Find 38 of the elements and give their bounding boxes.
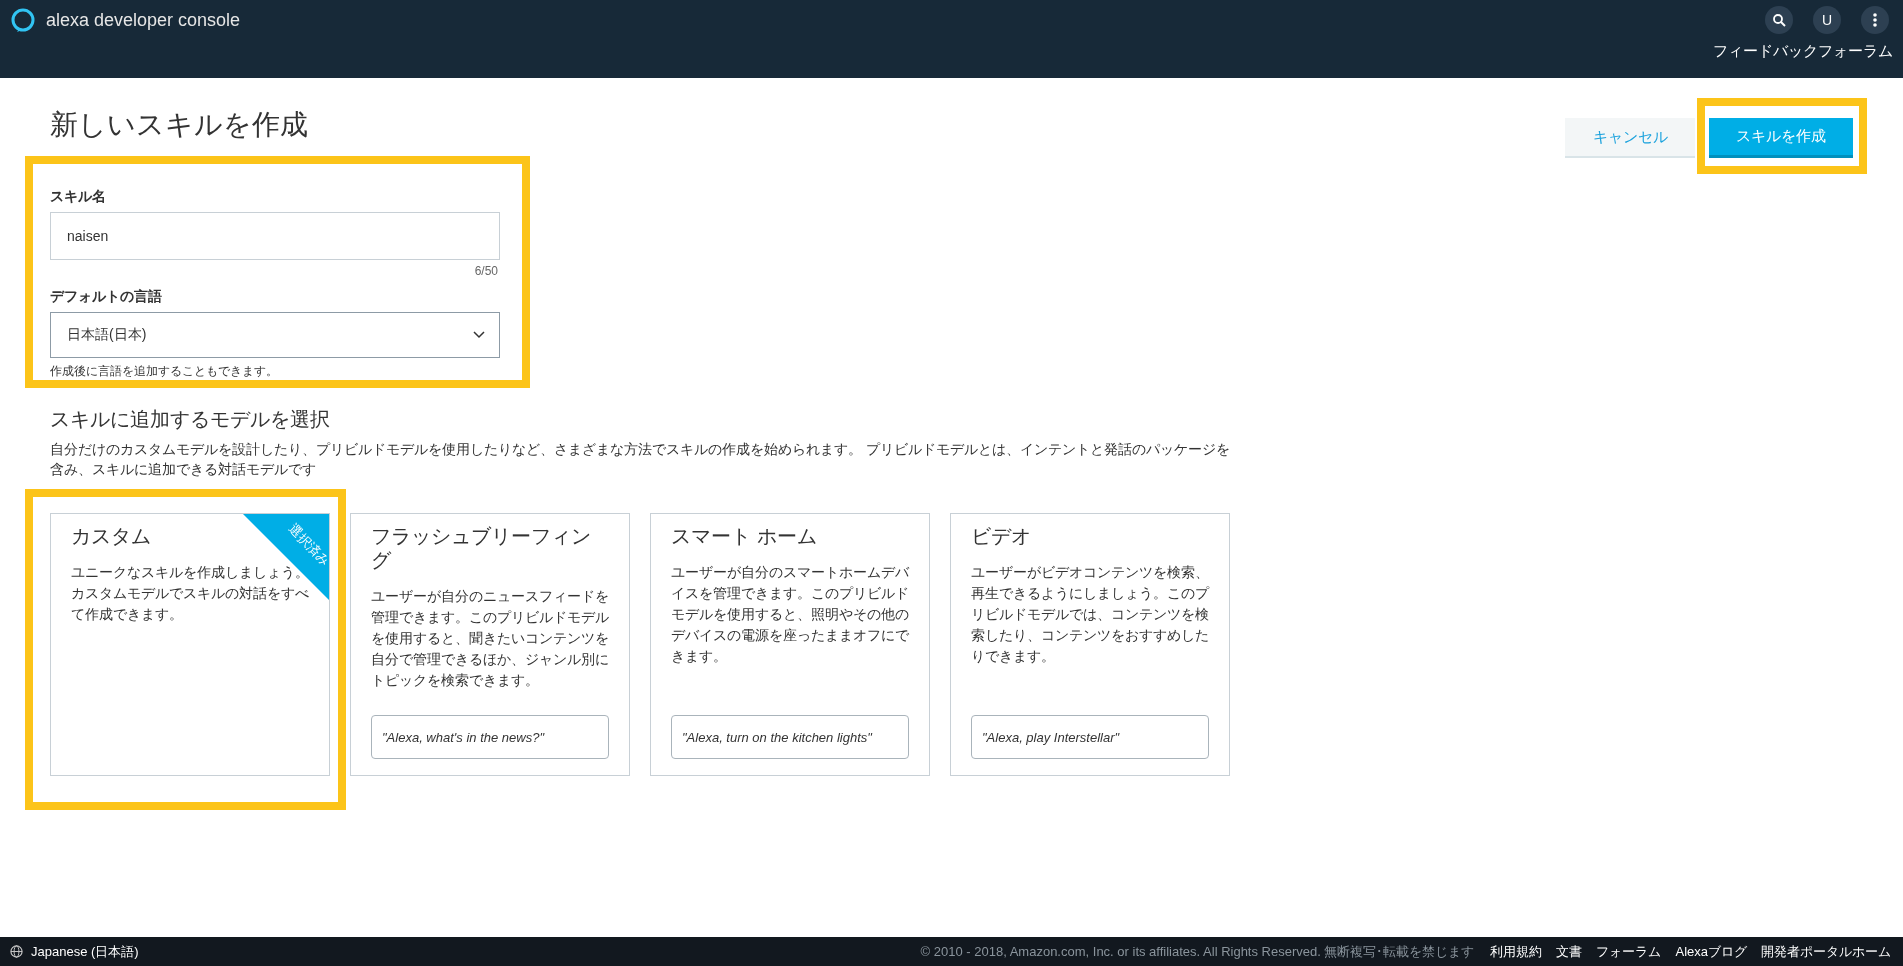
- example-speech-bubble: "Alexa, turn on the kitchen lights": [671, 715, 909, 759]
- field-label: スキル名: [50, 188, 107, 206]
- search-icon[interactable]: [1765, 6, 1793, 34]
- footer-link[interactable]: 利用規約: [1490, 942, 1543, 961]
- model-card[interactable]: フラッシュブリーフィング ユーザーが自分のニュースフィードを管理できます。このプリビルドモデルを使用すると、聞きたいコンテンツを自分で管理できるほか、ジャンル別にトピックを検索できます。 "Alexa, what's in the news?": [350, 513, 630, 776]
- more-options-icon[interactable]: [1861, 6, 1889, 34]
- page-title: 新しいスキルを作成: [50, 108, 308, 142]
- card-description: ユーザーがビデオコンテンツを検索、再生できるようにしましょう。このプリビルドモデルでは、コンテンツを検索したり、コンテンツをおすすめしたりできます。: [971, 564, 1209, 666]
- language-link[interactable]: Japanese (日本語): [31, 942, 139, 961]
- footer-link[interactable]: 文書: [1556, 942, 1583, 961]
- model-card[interactable]: 選択済み カスタム ユニークなスキルを作成しましょう。カスタムモデルでスキルの対話をすべて作成できます。: [50, 513, 330, 776]
- footer-link[interactable]: フォーラム: [1596, 942, 1662, 961]
- card-description: ユーザーが自分のニュースフィードを管理できます。このプリビルドモデルを使用すると、聞きたいコンテンツを自分で管理できるほか、ジャンル別にトピックを検索できます。: [371, 588, 609, 690]
- card-title: カスタム: [71, 524, 151, 548]
- language-dropdown[interactable]: 日本語(日本): [50, 312, 500, 358]
- ring-logo-icon: [10, 7, 36, 33]
- product-name: alexa developer console: [46, 9, 241, 31]
- user-avatar[interactable]: U: [1813, 6, 1841, 34]
- card-title: ビデオ: [971, 524, 1031, 548]
- footer-link[interactable]: 開発者ポータルホーム: [1761, 942, 1891, 961]
- skill-name-input[interactable]: naisen: [50, 212, 500, 260]
- chevron-down-icon: [473, 331, 485, 339]
- section-heading: スキルに追加するモデルを選択: [50, 407, 331, 432]
- footer-link[interactable]: Alexaブログ: [1675, 942, 1747, 961]
- character-counter: 6/50: [474, 264, 498, 278]
- example-speech-bubble: "Alexa, play Interstellar": [971, 715, 1209, 759]
- card-description: ユーザーが自分のスマートホームデバイスを管理できます。このプリビルドモデルを使用すると、照明やその他のデバイスの電源を座ったままオフにできます。: [671, 564, 909, 666]
- field-hint: 作成後に言語を追加することもできます。: [50, 363, 279, 380]
- field-label: デフォルトの言語: [50, 288, 163, 306]
- feedback-forum-link[interactable]: フィードバックフォーラム: [1713, 42, 1893, 61]
- card-title: フラッシュブリーフィング: [371, 524, 591, 572]
- section-description: 自分だけのカスタムモデルを設計したり、プリビルドモデルを使用したりなど、さまざまな方法でスキルの作成を始められます。 プリビルドモデルとは、インテントと発話のパッケージを含み、スキルに追加できる対話モデルです: [50, 440, 1231, 479]
- model-card[interactable]: ビデオ ユーザーがビデオコンテンツを検索、再生できるようにしましょう。このプリビルドモデルでは、コンテンツを検索したり、コンテンツをおすすめしたりできます。 "Alexa, play Interstellar": [950, 513, 1230, 776]
- globe-icon: [10, 945, 23, 958]
- model-card[interactable]: スマート ホーム ユーザーが自分のスマートホームデバイスを管理できます。このプリビルドモデルを使用すると、照明やその他のデバイスの電源を座ったままオフにできます。 "Alexa, turn on the kitchen lights": [650, 513, 930, 776]
- card-title: スマート ホーム: [671, 524, 817, 548]
- example-speech-bubble: "Alexa, what's in the news?": [371, 715, 609, 759]
- copyright-text: © 2010 - 2018, Amazon.com, Inc. or its affiliates. All Rights Reserved. 無断複写･転載を禁じます: [920, 942, 1475, 961]
